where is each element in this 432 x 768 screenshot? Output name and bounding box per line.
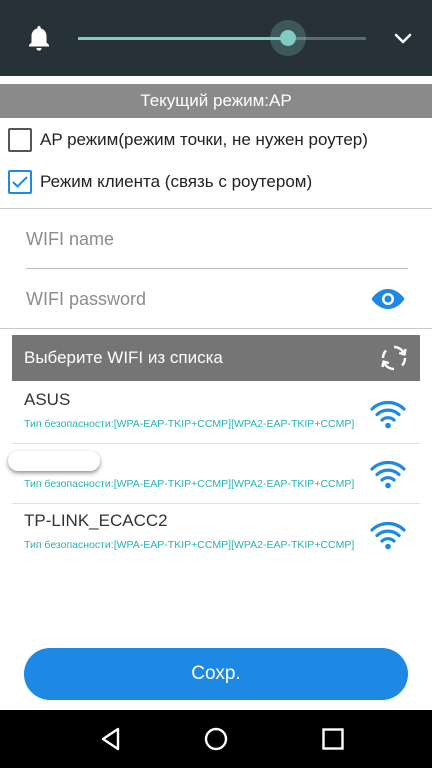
chevron-down-icon[interactable] (392, 28, 414, 50)
list-divider (12, 503, 420, 504)
volume-fill (78, 37, 289, 40)
network-security: Тип безопасности:[WPA-EAP-TKIP+CCMP][WPA… (24, 478, 355, 490)
wifi-network-item[interactable]: ASUS Тип безопасности:[WPA-EAP-TKIP+CCMP… (12, 384, 420, 444)
recents-icon[interactable] (320, 726, 346, 752)
client-mode-label: Режим клиента (связь с роутером) (40, 172, 313, 191)
wifi-name-underline (26, 268, 408, 269)
volume-slider[interactable] (78, 37, 366, 40)
home-icon[interactable] (203, 726, 229, 752)
client-mode-checkbox[interactable] (8, 170, 32, 194)
save-button[interactable]: Сохр. (24, 648, 408, 700)
wifi-list-header: Выберите WIFI из списка (12, 335, 420, 381)
checkmark-icon (12, 176, 28, 188)
divider (0, 328, 432, 329)
divider (0, 208, 432, 209)
wifi-signal-icon (370, 522, 406, 550)
refresh-icon[interactable] (378, 342, 410, 374)
eye-icon[interactable] (370, 286, 406, 312)
wifi-list-title: Выберите WIFI из списка (24, 348, 223, 367)
network-name: ASUS (24, 390, 71, 409)
wifi-network-item[interactable]: TP-LINK_ECACC2 Тип безопасности:[WPA-EAP… (12, 505, 420, 565)
current-mode-bar: Текущий режим:AP (0, 84, 432, 118)
back-icon[interactable] (98, 726, 124, 752)
wifi-password-field[interactable]: WIFI password (26, 279, 408, 319)
option-ap-mode[interactable]: AP режим(режим точки, не нужен роутер) (8, 125, 368, 155)
floating-pill-overlay (8, 451, 100, 471)
ap-mode-checkbox[interactable] (8, 128, 32, 152)
network-security: Тип безопасности:[WPA-EAP-TKIP+CCMP][WPA… (24, 418, 355, 430)
wifi-name-field[interactable]: WIFI name (26, 219, 408, 259)
ap-mode-label: AP режим(режим точки, не нужен роутер) (40, 130, 368, 149)
volume-panel (0, 0, 432, 76)
navigation-bar (0, 710, 432, 768)
network-security: Тип безопасности:[WPA-EAP-TKIP+CCMP][WPA… (24, 539, 355, 551)
bell-icon[interactable] (26, 24, 52, 52)
network-name: TP-LINK_ECACC2 (24, 511, 168, 530)
wifi-signal-icon (370, 401, 406, 429)
option-client-mode[interactable]: Режим клиента (связь с роутером) (8, 167, 312, 197)
wifi-signal-icon (370, 461, 406, 489)
